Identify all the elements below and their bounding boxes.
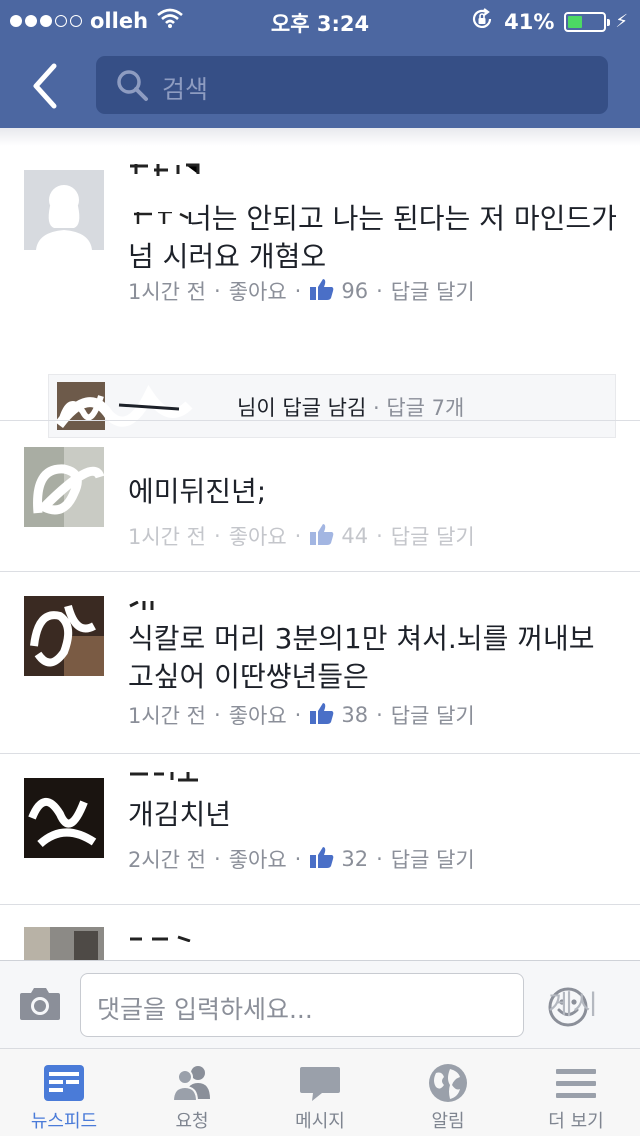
like-thumb-icon	[309, 522, 335, 551]
tab-messages[interactable]: 메시지	[256, 1049, 384, 1136]
avatar[interactable]	[24, 778, 104, 858]
comment-meta: 2시간 전 · 좋아요 · 32 · 답글 달기	[128, 844, 475, 874]
reply-link[interactable]: 답글 달기	[391, 844, 475, 874]
redaction-mark	[128, 204, 192, 236]
comment-time: 2시간 전	[128, 848, 206, 872]
separator-dot: ·	[294, 703, 302, 727]
globe-notifications-icon	[426, 1061, 470, 1105]
charging-bolt-icon: ⚡	[615, 11, 628, 32]
separator-dot: ·	[214, 703, 221, 727]
search-placeholder: 검색	[162, 75, 209, 104]
comment-text: 식칼로 머리 3분의1만 쳐서.뇌를 꺼내보고싶어 이딴썅년들은	[128, 622, 595, 693]
search-icon	[114, 67, 150, 107]
author-name-redacted[interactable]	[128, 927, 198, 955]
avatar[interactable]	[24, 927, 104, 960]
comment-item: 에미뒤진년; 1시간 전 · 좋아요 · 44 · 답글 달기	[0, 421, 640, 571]
comment-meta: 1시간 전 · 좋아요 · 44 · 답글 달기	[128, 521, 475, 551]
friend-requests-icon	[170, 1061, 214, 1105]
comment-meta: 1시간 전 · 좋아요 · 38 · 답글 달기	[128, 700, 475, 730]
like-count: 96	[341, 279, 369, 303]
tab-notifications[interactable]: 알림	[384, 1049, 512, 1136]
camera-icon[interactable]	[18, 985, 62, 1025]
separator-dot: ·	[376, 279, 383, 303]
avatar[interactable]	[24, 447, 104, 527]
like-count: 32	[341, 847, 369, 871]
separator-dot: ·	[376, 703, 383, 727]
battery-percent: 41%	[504, 9, 555, 34]
author-name-redacted[interactable]	[128, 590, 168, 618]
post-button[interactable]: 게시	[548, 983, 598, 1022]
comment-meta: 1시간 전 · 좋아요 · 96 · 답글 달기	[128, 276, 475, 306]
battery-icon	[564, 11, 611, 32]
reply-link[interactable]: 답글 달기	[391, 276, 475, 306]
like-count: 38	[341, 703, 369, 727]
tab-bar: 뉴스피드 요청 메시지 알림 더 보기	[0, 1048, 640, 1136]
like-link[interactable]: 좋아요	[229, 844, 287, 874]
tab-requests[interactable]: 요청	[128, 1049, 256, 1136]
like-link[interactable]: 좋아요	[229, 700, 287, 730]
reply-summary-label: 님이 답글 남김	[237, 396, 367, 420]
like-thumb-icon	[309, 845, 335, 874]
tab-label: 알림	[431, 1111, 465, 1132]
screen: olleh 오후 3:24 41% ⚡ 검색 너는 안되고 나는 된다는 저 마…	[0, 0, 640, 1136]
comment-text: 에미뒤진년;	[128, 475, 267, 508]
like-count: 44	[341, 524, 369, 548]
reply-count: 답글 7개	[386, 396, 465, 420]
tab-more[interactable]: 더 보기	[512, 1049, 640, 1136]
menu-icon	[554, 1061, 598, 1105]
like-link[interactable]: 좋아요	[229, 521, 287, 551]
comment-item: 너는 안되고 나는 된다는 저 마인드가 넘 시러요 개혐오 1시간 전 · 좋…	[0, 163, 640, 438]
news-feed-icon	[42, 1061, 86, 1105]
reply-link[interactable]: 답글 달기	[391, 521, 475, 551]
comment-item: 개김치년 2시간 전 · 좋아요 · 32 · 답글 달기	[0, 754, 640, 904]
rotation-lock-icon	[470, 7, 494, 36]
comment-time: 1시간 전	[128, 280, 206, 304]
author-name-redacted[interactable]	[128, 162, 208, 192]
tab-label: 더 보기	[548, 1111, 604, 1132]
separator-dot: ·	[214, 524, 221, 548]
comment-placeholder: 댓글을 입력하세요...	[97, 995, 313, 1024]
separator-dot: ·	[376, 847, 383, 871]
tab-news-feed[interactable]: 뉴스피드	[0, 1049, 128, 1136]
comment-text: 개김치년	[128, 798, 232, 831]
comment-feed[interactable]: 너는 안되고 나는 된다는 저 마인드가 넘 시러요 개혐오 1시간 전 · 좋…	[0, 128, 640, 960]
status-right: 41% ⚡	[470, 7, 628, 36]
comment-time: 1시간 전	[128, 525, 206, 549]
feed-top-shadow	[0, 128, 640, 146]
like-link[interactable]: 좋아요	[229, 276, 287, 306]
separator-dot: ·	[372, 396, 387, 420]
reply-summary-text: 님이 답글 남김 · 답글 7개	[237, 392, 464, 422]
tab-label: 요청	[175, 1111, 209, 1132]
separator-dot: ·	[214, 847, 221, 871]
comment-time: 1시간 전	[128, 704, 206, 728]
comment-item: 식칼로 머리 3분의1만 쳐서.뇌를 꺼내보고싶어 이딴썅년들은 1시간 전 ·…	[0, 572, 640, 753]
separator-dot: ·	[214, 279, 221, 303]
separator-dot: ·	[376, 524, 383, 548]
comment-item-partial	[0, 905, 640, 960]
separator-dot: ·	[294, 279, 302, 303]
like-thumb-icon	[309, 701, 335, 730]
separator-dot: ·	[294, 847, 302, 871]
tab-label: 메시지	[295, 1111, 345, 1132]
comment-text: 너는 안되고 나는 된다는 저 마인드가 넘 시러요 개혐오	[128, 202, 617, 273]
avatar[interactable]	[24, 596, 104, 676]
header: olleh 오후 3:24 41% ⚡ 검색	[0, 0, 640, 128]
comment-composer: 댓글을 입력하세요... 게시	[0, 960, 640, 1048]
back-button[interactable]	[26, 58, 70, 114]
reply-link[interactable]: 답글 달기	[391, 700, 475, 730]
messages-icon	[298, 1061, 342, 1105]
tab-label: 뉴스피드	[30, 1111, 98, 1132]
author-name-redacted[interactable]	[128, 768, 208, 796]
separator-dot: ·	[294, 524, 302, 548]
status-bar: olleh 오후 3:24 41% ⚡	[0, 0, 640, 40]
comment-input[interactable]: 댓글을 입력하세요...	[80, 973, 588, 1037]
search-input[interactable]: 검색	[96, 56, 608, 114]
battery-level	[568, 15, 583, 28]
like-thumb-icon	[309, 277, 335, 306]
avatar-default[interactable]	[24, 170, 104, 250]
battery-tip	[607, 18, 611, 26]
